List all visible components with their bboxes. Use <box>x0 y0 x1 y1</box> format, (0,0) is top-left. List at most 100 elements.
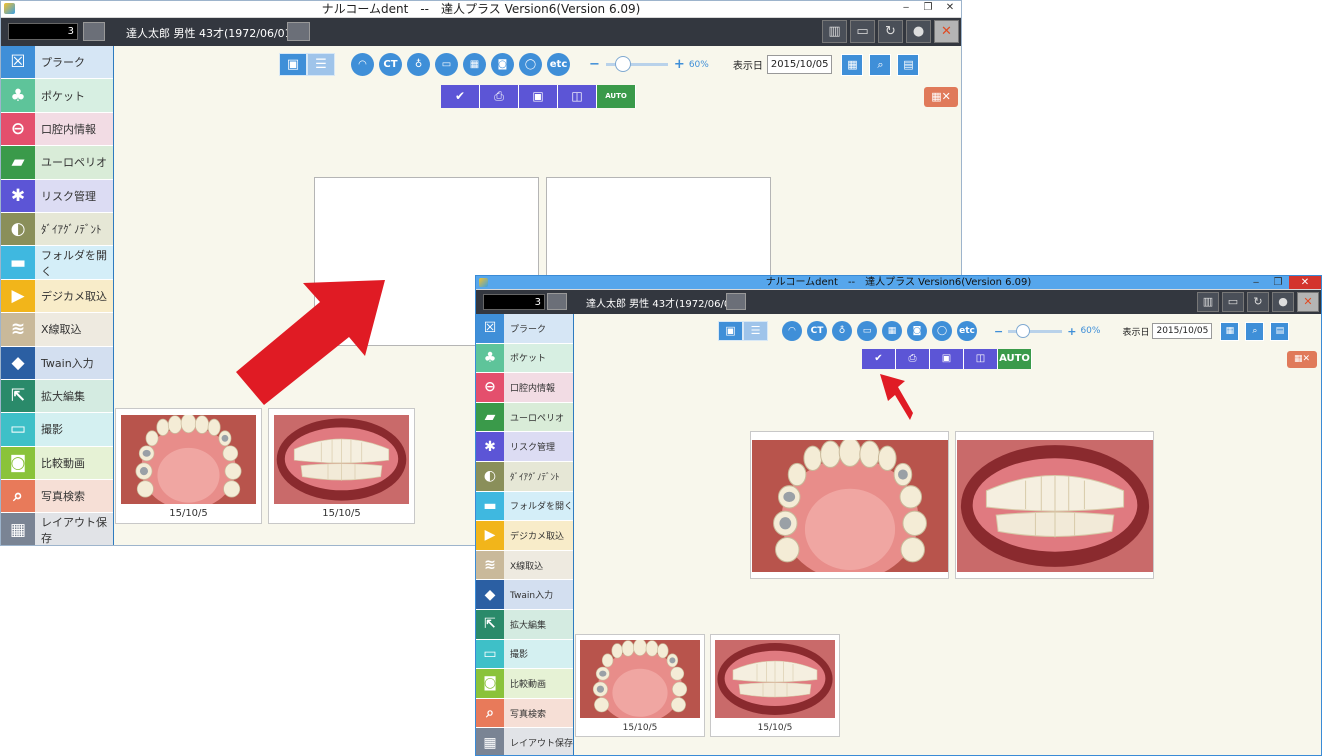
photo-view-icon[interactable]: ▣ <box>279 53 307 76</box>
book-icon[interactable]: ▥ <box>822 20 847 43</box>
list-view-icon[interactable]: ☰ <box>307 53 335 76</box>
zoom-slider[interactable]: − + 60% <box>589 56 709 72</box>
refresh-icon[interactable]: ↻ <box>1247 292 1269 312</box>
minimize-icon[interactable]: ‒ <box>895 1 917 17</box>
portrait-icon[interactable]: ▣ <box>519 85 558 108</box>
display-date-field[interactable]: 2015/10/05 <box>1152 323 1213 339</box>
restore-icon[interactable]: ❐ <box>1267 276 1289 289</box>
etc-button[interactable]: etc <box>547 53 570 76</box>
sidebar-item[interactable]: ◐ ﾀﾞｲｱｸﾞﾉﾃﾞﾝﾄ <box>476 461 573 492</box>
mirror-icon[interactable]: ◯ <box>519 53 542 76</box>
restore-icon[interactable]: ❐ <box>917 1 939 17</box>
sidebar-item[interactable]: ✱ リスク管理 <box>476 432 573 462</box>
zoom-in-icon[interactable]: + <box>1067 325 1076 338</box>
search-icon[interactable]: ⌕ <box>869 53 892 76</box>
check-icon[interactable]: ✔ <box>862 349 896 369</box>
sidebar-item[interactable]: ◐ ﾀﾞｲｱｸﾞﾉﾃﾞﾝﾄ <box>1 212 113 247</box>
calendar-icon[interactable]: ▦ <box>841 53 864 76</box>
monitor-icon[interactable]: ▭ <box>850 20 875 43</box>
zoom-knob[interactable] <box>614 56 631 72</box>
sidebar-item[interactable]: ▰ ユーロペリオ <box>476 402 573 433</box>
tooth-icon[interactable]: ♁ <box>832 321 852 341</box>
sidebar-item[interactable]: ▬ フォルダを開く <box>1 246 113 280</box>
patient-number-field[interactable]: 3 <box>8 23 78 40</box>
refresh-icon[interactable]: ↻ <box>878 20 903 43</box>
minimize-icon[interactable]: ‒ <box>1245 276 1267 289</box>
etc-button[interactable]: etc <box>957 321 977 341</box>
thumbnail-card[interactable]: 15/10/5 <box>115 408 262 524</box>
dentition-icon[interactable]: ◠ <box>351 53 374 76</box>
sidebar-item[interactable]: ≋ X線取込 <box>476 550 573 581</box>
list-view-icon[interactable]: ☰ <box>743 321 768 341</box>
user-icon[interactable]: ● <box>906 20 931 43</box>
mirror-icon[interactable]: ◯ <box>932 321 952 341</box>
sidebar-item[interactable]: ≋ X線取込 <box>1 313 113 347</box>
patient-search-icon[interactable] <box>83 22 105 41</box>
close-icon[interactable]: ✕ <box>939 1 961 17</box>
dentition-icon[interactable]: ◠ <box>782 321 802 341</box>
panorama-icon[interactable]: ▭ <box>435 53 458 76</box>
auto-layout-button[interactable]: AUTO <box>597 85 636 108</box>
ct-button[interactable]: CT <box>807 321 827 341</box>
sidebar-item[interactable]: ▬ フォルダを開く <box>476 491 573 522</box>
all-icon[interactable]: ▤ <box>1270 321 1290 341</box>
compare-icon[interactable]: ◫ <box>558 85 597 108</box>
layout-clear-icon[interactable]: ▦✕ <box>924 87 958 107</box>
sidebar-item[interactable]: ▭ 撮影 <box>476 639 573 670</box>
placed-photo-frame[interactable] <box>750 431 949 579</box>
book-icon[interactable]: ▥ <box>1197 292 1219 312</box>
sidebar-item[interactable]: ▦ レイアウト保存 <box>1 513 113 545</box>
print-icon[interactable]: ⎙ <box>480 85 519 108</box>
camera-icon[interactable]: ◙ <box>491 53 514 76</box>
patient-card-icon[interactable] <box>726 293 746 310</box>
print-icon[interactable]: ⎙ <box>896 349 930 369</box>
sidebar-item[interactable]: ⇱ 拡大編集 <box>1 379 113 414</box>
search-icon[interactable]: ⌕ <box>1245 321 1265 341</box>
sidebar-item[interactable]: ◙ 比較動画 <box>1 446 113 481</box>
layout-clear-icon[interactable]: ▦✕ <box>1287 351 1317 368</box>
ct-button[interactable]: CT <box>379 53 402 76</box>
sidebar-item[interactable]: ◙ 比較動画 <box>476 669 573 699</box>
grid-icon[interactable]: ▦ <box>882 321 902 341</box>
zoom-out-icon[interactable]: − <box>589 57 600 72</box>
zoom-in-icon[interactable]: + <box>674 57 685 72</box>
sidebar-item[interactable]: ▰ ユーロペリオ <box>1 146 113 180</box>
user-icon[interactable]: ● <box>1272 292 1294 312</box>
sidebar-item[interactable]: ☒ プラーク <box>1 46 113 80</box>
sidebar-item[interactable]: ⌕ 写真検索 <box>476 698 573 729</box>
sidebar-item[interactable]: ⌕ 写真検索 <box>1 480 113 514</box>
check-icon[interactable]: ✔ <box>441 85 480 108</box>
sidebar-item[interactable]: ◆ Twain入力 <box>1 346 113 380</box>
sidebar-item[interactable]: ▶ デジカメ取込 <box>1 279 113 314</box>
thumbnail-card[interactable]: 15/10/5 <box>710 634 840 737</box>
thumbnail-card[interactable]: 15/10/5 <box>575 634 705 737</box>
exit-icon[interactable]: ✕ <box>1297 292 1319 312</box>
sidebar-item[interactable]: ✱ リスク管理 <box>1 179 113 213</box>
auto-layout-button[interactable]: AUTO <box>998 349 1032 369</box>
zoom-track[interactable] <box>1008 323 1063 338</box>
sidebar-item[interactable]: ⊖ 口腔内情報 <box>1 112 113 147</box>
display-date-field[interactable]: 2015/10/05 <box>766 55 833 74</box>
grid-icon[interactable]: ▦ <box>463 53 486 76</box>
exit-icon[interactable]: ✕ <box>934 20 959 43</box>
patient-number-field[interactable]: 3 <box>483 294 545 310</box>
panorama-icon[interactable]: ▭ <box>857 321 877 341</box>
zoom-track[interactable] <box>605 56 668 72</box>
close-icon[interactable]: ✕ <box>1289 276 1321 289</box>
zoom-knob[interactable] <box>1015 323 1030 338</box>
sidebar-item[interactable]: ☒ プラーク <box>476 314 573 344</box>
photo-view-icon[interactable]: ▣ <box>718 321 743 341</box>
sidebar-item[interactable]: ♣ ポケット <box>1 79 113 113</box>
placed-photo-frame[interactable] <box>955 431 1154 579</box>
all-icon[interactable]: ▤ <box>897 53 920 76</box>
sidebar-item[interactable]: ▦ レイアウト保存 <box>476 728 573 755</box>
zoom-slider[interactable]: − + 60% <box>994 323 1100 338</box>
patient-card-icon[interactable] <box>287 22 310 41</box>
zoom-out-icon[interactable]: − <box>994 325 1003 338</box>
sidebar-item[interactable]: ▭ 撮影 <box>1 413 113 447</box>
compare-icon[interactable]: ◫ <box>964 349 998 369</box>
sidebar-item[interactable]: ⇱ 拡大編集 <box>476 609 573 640</box>
portrait-icon[interactable]: ▣ <box>930 349 964 369</box>
camera-icon[interactable]: ◙ <box>907 321 927 341</box>
patient-search-icon[interactable] <box>547 293 567 310</box>
